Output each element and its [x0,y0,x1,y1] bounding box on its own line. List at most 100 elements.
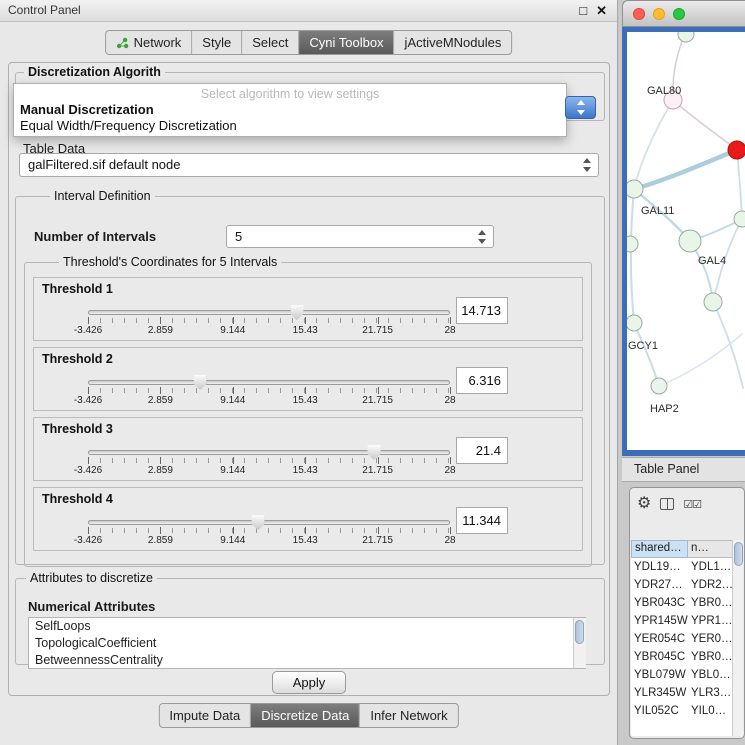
minimize-icon[interactable]: □ [579,0,587,21]
threshold-2-value-field[interactable]: 6.316 [456,367,508,394]
tab-label: Discretize Data [261,708,349,723]
scale-label: 9.144 [220,325,245,336]
network-node[interactable] [704,293,722,311]
network-icon [116,37,129,49]
table-row[interactable]: YIL052C YIL0… [631,702,732,720]
table-row[interactable]: YDL19… YDL1… [631,558,732,576]
network-frame: GAL80 GAL11 GAL4 GCY1 HAP2 [622,27,745,456]
list-item[interactable]: BetweennessCentrality [29,652,585,669]
dropdown-hint: Select algorithm to view settings [14,87,566,101]
tab-jactivemnodules[interactable]: jActiveMNodules [395,31,512,54]
list-item[interactable]: TopologicalCoefficient [29,635,585,652]
tab-impute-data[interactable]: Impute Data [159,704,251,727]
tab-network[interactable]: Network [106,31,193,54]
close-traffic-light-icon[interactable] [633,8,645,20]
dropdown-option-manual[interactable]: Manual Discretization [20,102,154,117]
attributes-scrollbar[interactable] [573,618,586,668]
network-node[interactable] [734,211,745,227]
window-title: Control Panel [8,3,81,17]
zoom-traffic-light-icon[interactable] [673,8,685,20]
node-label: GAL4 [698,255,726,267]
scale-label: 21.715 [362,325,393,336]
table-panel-header[interactable]: Table Panel [622,457,745,482]
table-row[interactable]: YLR345W YLR3… [631,684,732,702]
table-scrollbar[interactable] [732,540,743,736]
table-row[interactable]: YDR27… YDR2… [631,576,732,594]
scale-label: 15.43 [293,325,318,336]
table-row[interactable]: YBR045C YBR0… [631,648,732,666]
list-item[interactable]: SelfLoops [29,618,585,635]
cell-shared-name: YDL19… [631,558,688,576]
attributes-list[interactable]: SelfLoopsTopologicalCoefficientBetweenne… [28,617,586,669]
scale-label: -3.426 [74,465,102,476]
cell-name: YDL1… [688,558,732,576]
network-window-titlebar[interactable] [622,0,745,27]
tab-label: jActiveMNodules [405,35,502,50]
slider-track[interactable] [88,380,450,385]
slider-track[interactable] [88,450,450,455]
num-intervals-combobox[interactable]: 5 [226,225,494,248]
algorithm-combo-stepper[interactable] [565,96,596,119]
threshold-4-panel: Threshold 4 -3.4262.8599.14415.4321.7152… [33,487,583,551]
scrollbar-thumb[interactable] [734,542,743,566]
tab-label: Infer Network [370,708,447,723]
tab-label: Network [134,35,182,50]
cell-name: YBR0… [688,648,732,666]
column-header-name[interactable]: n… [688,540,732,558]
table-row[interactable]: YBL079W YBL0… [631,666,732,684]
network-canvas[interactable]: GAL80 GAL11 GAL4 GCY1 HAP2 [627,32,745,450]
tab-discretize-data[interactable]: Discretize Data [251,704,360,727]
group-title: Discretization Algorith [24,65,165,79]
table-data-combobox[interactable]: galFiltered.sif default node [19,153,599,177]
table-row[interactable]: YBR043C YBR0… [631,594,732,612]
scale-label: 28 [444,395,455,406]
tab-cyni-toolbox[interactable]: Cyni Toolbox [299,31,394,54]
scrollbar-thumb[interactable] [575,620,584,644]
threshold-4-value-field[interactable]: 11.344 [456,507,508,534]
slider-track[interactable] [88,520,450,525]
threshold-3-slider[interactable]: -3.4262.8599.14415.4321.71528 [88,446,450,478]
combo-stepper-icon [580,157,593,173]
tab-label: Select [252,35,288,50]
network-node-gal11[interactable] [627,180,643,198]
algorithm-dropdown-popup: Select algorithm to view settings Manual… [13,83,567,137]
network-node-labels: GAL80 GAL11 GAL4 GCY1 HAP2 [628,85,726,415]
column-header-shared-name[interactable]: shared… [631,540,688,558]
cell-name: YER0… [688,630,732,648]
close-icon[interactable]: ✕ [596,0,607,21]
slider-tick-marks [88,318,450,323]
cell-shared-name: YLR345W [631,684,688,702]
network-node[interactable] [678,32,694,42]
columns-icon[interactable] [660,498,674,510]
group-title: Attributes to discretize [26,571,157,585]
tab-label: Style [202,35,231,50]
slider-track[interactable] [88,310,450,315]
settings-gear-icon[interactable]: ⚙ [637,494,651,514]
select-columns-checkboxes-icon[interactable]: ☑☑ [683,498,701,511]
threshold-1-slider[interactable]: -3.4262.8599.14415.4321.71528 [88,306,450,338]
network-node-gal4[interactable] [679,230,701,252]
tab-style[interactable]: Style [192,31,242,54]
apply-button[interactable]: Apply [272,671,346,694]
threshold-1-value-field[interactable]: 14.713 [456,297,508,324]
dropdown-option-equal-width[interactable]: Equal Width/Frequency Discretization [20,118,237,133]
threshold-1-panel: Threshold 1 -3.4262.8599.14415.4321.7152… [33,277,583,341]
control-panel-titlebar[interactable]: Control Panel □ ✕ [0,0,617,22]
minimize-traffic-light-icon[interactable] [653,8,665,20]
cell-shared-name: YBR043C [631,594,688,612]
cell-name: YPR1… [688,612,732,630]
node-label: HAP2 [650,403,679,415]
scale-label: 15.43 [293,465,318,476]
network-node-hap2[interactable] [651,378,667,394]
table-row[interactable]: YER054C YER0… [631,630,732,648]
threshold-2-slider[interactable]: -3.4262.8599.14415.4321.71528 [88,376,450,408]
tab-select[interactable]: Select [242,31,299,54]
network-node[interactable] [627,236,638,252]
node-label: GCY1 [628,340,658,352]
threshold-4-slider[interactable]: -3.4262.8599.14415.4321.71528 [88,516,450,548]
tab-infer-network[interactable]: Infer Network [360,704,457,727]
network-node-selected[interactable] [728,141,745,159]
network-node-gcy1[interactable] [627,315,642,331]
table-row[interactable]: YPR145W YPR1… [631,612,732,630]
threshold-3-value-field[interactable]: 21.4 [456,437,508,464]
